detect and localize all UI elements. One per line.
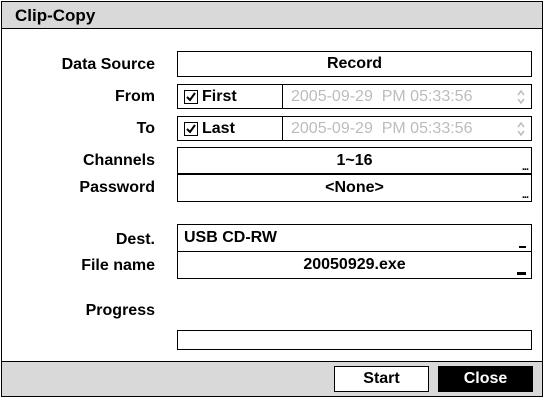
data-source-value: Record <box>326 55 383 72</box>
clip-copy-dialog: Clip-Copy Data Source Record From First … <box>1 1 543 397</box>
last-label: Last <box>202 119 235 137</box>
title-bar: Clip-Copy <box>2 2 542 29</box>
to-datetime-field[interactable]: 2005-09-29 PM 05:33:56 <box>282 116 532 141</box>
channels-field[interactable]: 1~16 ... <box>177 147 532 174</box>
dest-label: Dest. <box>115 231 155 248</box>
from-datetime-value: 2005-09-29 PM 05:33:56 <box>291 87 473 105</box>
password-value: <None> <box>325 179 384 196</box>
channels-value: 1~16 <box>336 151 373 169</box>
progress-bar <box>177 330 532 350</box>
to-datetime-value: 2005-09-29 PM 05:33:56 <box>291 119 473 137</box>
start-button[interactable]: Start <box>334 366 429 392</box>
checkmark-icon <box>186 124 196 134</box>
file-name-field[interactable]: 20050929.exe <box>177 251 532 279</box>
button-bar: Start Close <box>2 361 542 396</box>
file-name-label: File name <box>81 257 155 274</box>
spinner-icon[interactable] <box>517 89 525 105</box>
last-checkbox[interactable] <box>184 122 198 136</box>
channels-label: Channels <box>82 152 155 169</box>
data-source-field[interactable]: Record <box>177 51 532 77</box>
dropdown-icon <box>519 246 526 248</box>
file-name-value: 20050929.exe <box>303 256 406 273</box>
from-first-option[interactable]: First <box>177 84 283 109</box>
first-checkbox[interactable] <box>184 90 198 104</box>
close-button[interactable]: Close <box>438 366 533 392</box>
from-label: From <box>115 88 155 105</box>
dest-value: USB CD-RW <box>184 229 278 246</box>
progress-label: Progress <box>85 302 155 319</box>
text-cursor-icon <box>517 272 526 275</box>
ellipsis-icon: ... <box>521 189 529 201</box>
password-field[interactable]: <None> ... <box>177 174 532 202</box>
password-label: Password <box>79 179 155 196</box>
ellipsis-icon: ... <box>521 161 529 173</box>
dest-dropdown[interactable]: USB CD-RW <box>177 224 532 252</box>
to-label: To <box>136 120 155 137</box>
from-datetime-field[interactable]: 2005-09-29 PM 05:33:56 <box>282 84 532 109</box>
checkmark-icon <box>186 92 196 102</box>
dialog-title: Clip-Copy <box>15 6 96 25</box>
data-source-label: Data Source <box>61 56 155 73</box>
spinner-icon[interactable] <box>517 121 525 137</box>
first-label: First <box>202 87 237 105</box>
to-last-option[interactable]: Last <box>177 116 283 141</box>
